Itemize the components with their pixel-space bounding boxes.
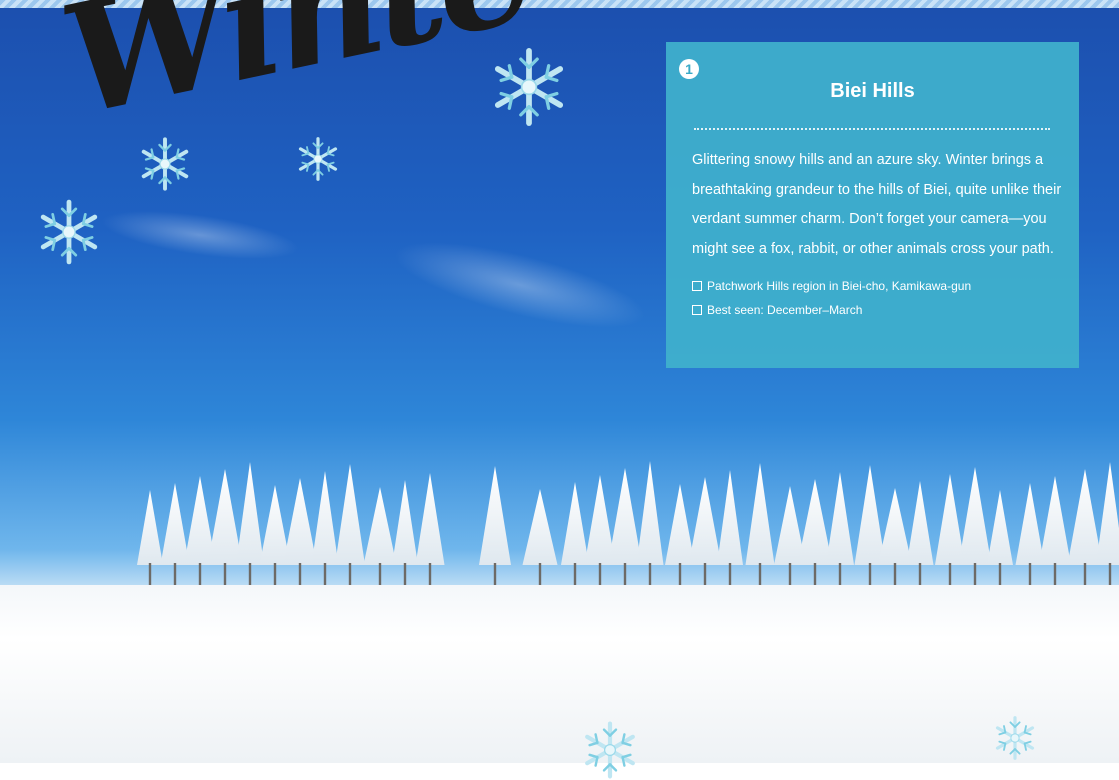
- tree: [854, 465, 886, 565]
- tree: [745, 463, 775, 565]
- tree-trunk: [348, 563, 352, 585]
- tree: [335, 464, 365, 565]
- tree: [987, 490, 1013, 565]
- tree-trunk: [223, 563, 227, 585]
- tree-trunk: [428, 563, 432, 585]
- tree: [1015, 483, 1045, 565]
- checkbox-icon: [692, 305, 702, 315]
- tree: [797, 479, 833, 565]
- location-text: Patchwork Hills region in Biei-cho, Kami…: [707, 279, 972, 293]
- tree: [160, 483, 190, 565]
- tree-trunk: [493, 563, 497, 585]
- tree-trunk: [573, 563, 577, 585]
- tree-trunk: [728, 563, 732, 585]
- details-list: Patchwork Hills region in Biei-cho, Kami…: [692, 274, 1062, 322]
- frosted-tree-line: [137, 461, 1119, 585]
- snowflake-icon: [488, 42, 570, 132]
- tree-trunk: [648, 563, 652, 585]
- item-number-badge: 1: [679, 59, 699, 79]
- tree: [522, 489, 558, 565]
- tree-trunk: [1083, 563, 1087, 585]
- tree: [1039, 476, 1071, 565]
- tree: [1096, 462, 1119, 565]
- cloud-wisp: [98, 201, 302, 269]
- location-item: Patchwork Hills region in Biei-cho, Kami…: [692, 274, 1062, 298]
- tree: [283, 478, 317, 565]
- tree: [363, 487, 397, 565]
- tree: [561, 482, 589, 565]
- tree-trunk: [403, 563, 407, 585]
- tree-trunk: [273, 563, 277, 585]
- tree-trunk: [248, 563, 252, 585]
- tree-trunk: [1028, 563, 1032, 585]
- tree-trunk: [1108, 563, 1112, 585]
- tree: [826, 472, 854, 565]
- snowflake-icon: [35, 195, 103, 269]
- card-description: Glittering snowy hills and an azure sky.…: [692, 152, 1062, 257]
- tree-trunk: [378, 563, 382, 585]
- tree: [665, 484, 695, 565]
- tree: [935, 474, 965, 565]
- tree: [236, 462, 264, 565]
- tree-trunk: [1053, 563, 1057, 585]
- season-text: Best seen: December–March: [707, 303, 863, 317]
- tree-trunk: [998, 563, 1002, 585]
- snowflake-icon: [995, 716, 1035, 760]
- tree: [906, 481, 934, 565]
- dotted-divider: [694, 128, 1050, 130]
- tree-trunk: [813, 563, 817, 585]
- tree-trunk: [298, 563, 302, 585]
- tree: [207, 469, 243, 565]
- tree-trunk: [948, 563, 952, 585]
- tree-trunk: [703, 563, 707, 585]
- tree-trunk: [973, 563, 977, 585]
- tree: [717, 470, 743, 565]
- tree: [392, 480, 418, 565]
- snowflake-icon: [141, 137, 189, 191]
- card-title: Biei Hills: [830, 80, 915, 102]
- cloud-wisp: [386, 224, 654, 346]
- tree: [688, 477, 722, 565]
- tree-trunk: [758, 563, 762, 585]
- season-item: Best seen: December–March: [692, 298, 1062, 322]
- checkbox-icon: [692, 281, 702, 291]
- tree-trunk: [893, 563, 897, 585]
- snow-field: [0, 585, 1119, 763]
- tree-trunk: [323, 563, 327, 585]
- tree-trunk: [678, 563, 682, 585]
- snowflake-icon: [298, 137, 338, 181]
- tree-trunk: [598, 563, 602, 585]
- tree-trunk: [173, 563, 177, 585]
- tree: [415, 473, 445, 565]
- tree: [636, 461, 664, 565]
- tree-trunk: [538, 563, 542, 585]
- biei-hills-info-card: 1 Biei Hills Glittering snowy hills and …: [666, 42, 1079, 368]
- tree: [958, 467, 992, 565]
- tree: [1067, 469, 1103, 565]
- tree: [311, 471, 339, 565]
- tree: [878, 488, 912, 565]
- snowflake-icon: [575, 720, 645, 780]
- tree-trunk: [838, 563, 842, 585]
- tree-trunk: [788, 563, 792, 585]
- tree-trunk: [623, 563, 627, 585]
- tree-trunk: [868, 563, 872, 585]
- tree-trunk: [918, 563, 922, 585]
- tree: [137, 490, 163, 565]
- tree: [479, 466, 511, 565]
- tree: [608, 468, 642, 565]
- tree-trunk: [148, 563, 152, 585]
- tree-trunk: [198, 563, 202, 585]
